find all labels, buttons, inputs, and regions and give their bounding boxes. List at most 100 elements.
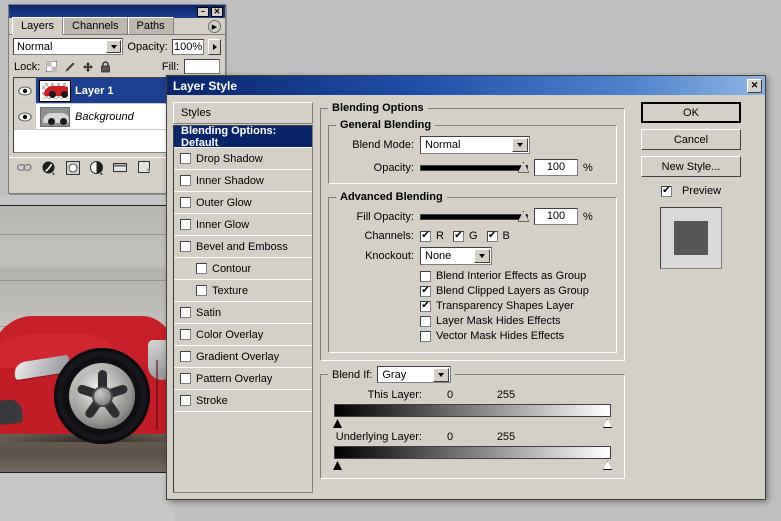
option-label: Blend Clipped Layers as Group [436, 285, 589, 297]
lock-icon[interactable] [99, 60, 112, 73]
fx-icon[interactable] [41, 160, 56, 175]
checkbox[interactable] [660, 185, 672, 197]
checkbox[interactable] [180, 197, 191, 208]
checkbox[interactable] [196, 285, 207, 296]
checkbox[interactable] [180, 329, 191, 340]
checkbox[interactable] [420, 315, 431, 327]
option-layer-mask-hides-effects[interactable]: Layer Mask Hides Effects [420, 315, 609, 327]
opacity-stepper-icon[interactable] [208, 38, 221, 55]
ok-button[interactable]: OK [641, 102, 741, 123]
adjustment-icon[interactable] [89, 160, 104, 175]
move-icon[interactable] [81, 60, 94, 73]
style-item-gradient-overlay[interactable]: Gradient Overlay [174, 346, 312, 368]
channel-b[interactable]: B [486, 230, 510, 242]
checkbox[interactable] [180, 175, 191, 186]
eye-icon[interactable] [14, 78, 36, 103]
chevron-down-icon[interactable] [433, 368, 450, 382]
this-layer-black-marker[interactable] [333, 419, 342, 428]
option-label: Vector Mask Hides Effects [436, 330, 565, 342]
channel-g[interactable]: G [452, 230, 478, 242]
channel-r-label: R [436, 230, 444, 242]
new-style-button[interactable]: New Style... [641, 156, 741, 177]
style-item-texture[interactable]: Texture [174, 280, 312, 302]
option-transparency-shapes-layer[interactable]: Transparency Shapes Layer [420, 300, 609, 312]
palette-tabs: Layers Channels Paths ▶ [9, 17, 225, 35]
tab-channels[interactable]: Channels [63, 17, 128, 34]
checkbox[interactable] [180, 395, 191, 406]
option-blend-clipped-layers[interactable]: Blend Clipped Layers as Group [420, 285, 609, 297]
fill-input[interactable] [184, 59, 220, 74]
checkbox[interactable] [420, 270, 431, 282]
preview-label: Preview [681, 185, 722, 197]
dialog-buttons-panel: OK Cancel New Style... Preview [632, 102, 750, 493]
option-vector-mask-hides-effects[interactable]: Vector Mask Hides Effects [420, 330, 609, 342]
fill-opacity-slider[interactable] [420, 210, 529, 222]
mask-icon[interactable] [65, 160, 80, 175]
checkbox[interactable] [180, 241, 191, 252]
opacity-slider[interactable] [420, 161, 529, 173]
tab-paths[interactable]: Paths [127, 17, 174, 34]
chevron-down-icon[interactable] [106, 40, 122, 53]
channel-r[interactable]: R [420, 230, 444, 242]
checkbox[interactable] [420, 285, 431, 297]
option-blend-interior-effects[interactable]: Blend Interior Effects as Group [420, 270, 609, 282]
slider-thumb[interactable] [518, 210, 529, 222]
style-item-color-overlay[interactable]: Color Overlay [174, 324, 312, 346]
style-item-pattern-overlay[interactable]: Pattern Overlay [174, 368, 312, 390]
palette-menu-icon[interactable]: ▶ [208, 20, 221, 33]
blend-if-channel-select[interactable]: Gray [377, 366, 452, 383]
opacity-input[interactable]: 100% [171, 38, 205, 55]
layer-thumbnail[interactable] [40, 106, 70, 127]
checkbox[interactable] [452, 230, 464, 242]
checkbox[interactable] [486, 230, 498, 242]
style-item-stroke[interactable]: Stroke [174, 390, 312, 412]
checkbox[interactable] [196, 263, 207, 274]
checkbox[interactable] [420, 230, 431, 242]
style-item-inner-glow[interactable]: Inner Glow [174, 214, 312, 236]
brush-icon[interactable] [63, 60, 76, 73]
style-item-inner-shadow[interactable]: Inner Shadow [174, 170, 312, 192]
style-item-blending-options[interactable]: Blending Options: Default [174, 126, 312, 149]
style-item-bevel-and-emboss[interactable]: Bevel and Emboss [174, 236, 312, 258]
close-icon[interactable]: ✕ [747, 78, 762, 93]
checkbox[interactable] [420, 300, 431, 312]
checkbox[interactable] [180, 219, 191, 230]
underlying-layer-gradient-slider[interactable] [333, 446, 612, 470]
fill-opacity-input[interactable]: 100 [534, 208, 578, 225]
link-icon[interactable] [17, 160, 32, 175]
preview-toggle[interactable]: Preview [660, 185, 722, 197]
group-icon[interactable] [113, 160, 128, 175]
slider-thumb[interactable] [518, 161, 529, 173]
chevron-down-icon[interactable] [474, 249, 490, 263]
blend-mode-select[interactable]: Normal [13, 38, 124, 55]
minimize-button[interactable]: – [197, 6, 209, 17]
blend-mode-select[interactable]: Normal [420, 136, 530, 154]
eye-icon[interactable] [14, 104, 36, 129]
option-label: Transparency Shapes Layer [436, 300, 574, 312]
close-button[interactable]: ✕ [211, 6, 223, 17]
checkbox[interactable] [420, 330, 431, 342]
opacity-input[interactable]: 100 [534, 159, 578, 176]
transparency-icon[interactable] [45, 60, 58, 73]
checkbox[interactable] [180, 351, 191, 362]
underlying-layer-black-marker[interactable] [333, 461, 342, 470]
this-layer-white-marker[interactable] [603, 419, 612, 428]
checkbox[interactable] [180, 373, 191, 384]
checkbox[interactable] [180, 153, 191, 164]
layer-thumbnail[interactable] [39, 79, 71, 102]
this-layer-gradient-slider[interactable] [333, 404, 612, 428]
style-item-drop-shadow[interactable]: Drop Shadow [174, 148, 312, 170]
dialog-titlebar[interactable]: Layer Style ✕ [167, 76, 765, 95]
tab-layers[interactable]: Layers [12, 17, 64, 35]
style-item-satin[interactable]: Satin [174, 302, 312, 324]
option-label: Blend Interior Effects as Group [436, 270, 587, 282]
new-layer-icon[interactable] [137, 160, 152, 175]
underlying-layer-white-marker[interactable] [603, 461, 612, 470]
style-item-contour[interactable]: Contour [174, 258, 312, 280]
checkbox[interactable] [180, 307, 191, 318]
this-layer-min: 0 [446, 389, 454, 401]
cancel-button[interactable]: Cancel [641, 129, 741, 150]
style-item-outer-glow[interactable]: Outer Glow [174, 192, 312, 214]
chevron-down-icon[interactable] [512, 138, 528, 152]
knockout-select[interactable]: None [420, 247, 492, 265]
